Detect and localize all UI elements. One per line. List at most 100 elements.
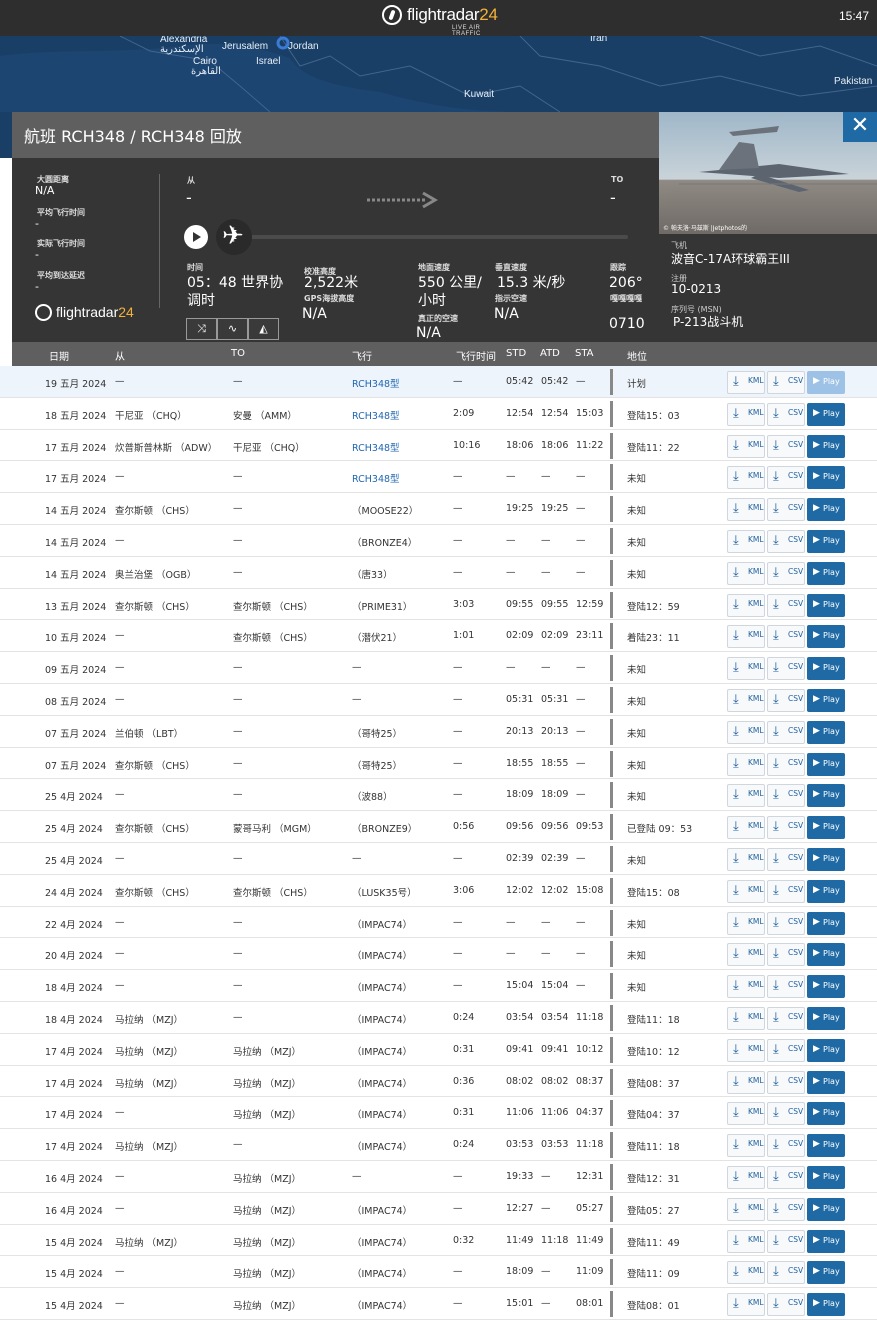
map[interactable]: Alexandria الإسكندرية Cairo القاهرة Jeru…	[0, 36, 877, 112]
csv-download-button[interactable]: ⤓ CSV	[767, 561, 805, 585]
play-button[interactable]: ▶ Play	[807, 911, 845, 935]
play-button[interactable]: ▶ Play	[807, 498, 845, 522]
kml-download-button[interactable]: ⤓ KML	[727, 371, 765, 394]
table-row[interactable]: 20 4月 2024— — （IMPAC74） — — — — 未知 ⤓ KML ⤓ CSV ▶ Play	[0, 938, 877, 971]
cell-flight[interactable]: RCH348型	[352, 408, 400, 422]
kml-download-button[interactable]: ⤓ KML	[727, 1134, 765, 1158]
csv-download-button[interactable]: ⤓ CSV	[767, 1038, 805, 1062]
csv-download-button[interactable]: ⤓ CSV	[767, 1197, 805, 1221]
table-row[interactable]: 17 五月 2024— — RCH348型 — — — — 未知 ⤓ KML ⤓ CSV ▶ Play	[0, 461, 877, 494]
play-button[interactable]: ▶ Play	[807, 879, 845, 903]
kml-download-button[interactable]: ⤓ KML	[727, 784, 765, 808]
csv-download-button[interactable]: ⤓ CSV	[767, 1229, 805, 1253]
csv-download-button[interactable]: ⤓ CSV	[767, 529, 805, 553]
kml-download-button[interactable]: ⤓ KML	[727, 879, 765, 903]
csv-download-button[interactable]: ⤓ CSV	[767, 593, 805, 617]
playback-timeline[interactable]	[234, 235, 628, 239]
csv-download-button[interactable]: ⤓ CSV	[767, 1102, 805, 1126]
play-button[interactable]: ▶ Play	[807, 561, 845, 585]
table-row[interactable]: 18 五月 2024 干尼亚 （CHQ） 安曼 （AMM） RCH348型 2:09 12…	[0, 398, 877, 430]
kml-download-button[interactable]: ⤓ KML	[727, 561, 765, 585]
table-row[interactable]: 25 4月 2024 查尔斯顿 （CHS） 蒙哥马利 （MGM） （BRONZE9） 0…	[0, 811, 877, 843]
csv-download-button[interactable]: ⤓ CSV	[767, 911, 805, 935]
csv-download-button[interactable]: ⤓ CSV	[767, 975, 805, 999]
csv-download-button[interactable]: ⤓ CSV	[767, 784, 805, 808]
csv-download-button[interactable]: ⤓ CSV	[767, 466, 805, 490]
expand-icon[interactable]: ⤨	[186, 318, 217, 340]
kml-download-button[interactable]: ⤓ KML	[727, 1165, 765, 1189]
play-button[interactable]: ▶ Play	[807, 466, 845, 490]
table-row[interactable]: 14 五月 2024— — （BRONZE4） — — — — 未知 ⤓ KML ⤓ CSV ▶ Play	[0, 525, 877, 557]
table-row[interactable]: 18 4月 2024— — （IMPAC74） —15:04 15:04— 未知 ⤓ KML ⤓…	[0, 970, 877, 1002]
play-button[interactable]: ▶ Play	[807, 434, 845, 458]
kml-download-button[interactable]: ⤓ KML	[727, 466, 765, 490]
play-button[interactable]: ▶ Play	[807, 657, 845, 681]
csv-download-button[interactable]: ⤓ CSV	[767, 1134, 805, 1158]
kml-download-button[interactable]: ⤓ KML	[727, 847, 765, 871]
csv-download-button[interactable]: ⤓ CSV	[767, 1293, 805, 1317]
play-button[interactable]: ▶ Play	[807, 1102, 845, 1126]
csv-download-button[interactable]: ⤓ CSV	[767, 498, 805, 522]
flightradar-logo[interactable]: flightradar24 LIVE AIR TRAFFIC	[380, 2, 510, 37]
play-button[interactable]: ▶ Play	[807, 402, 845, 426]
csv-download-button[interactable]: ⤓ CSV	[767, 847, 805, 871]
play-button[interactable]: ▶ Play	[807, 1070, 845, 1094]
play-button[interactable]: ▶ Play	[807, 720, 845, 744]
csv-download-button[interactable]: ⤓ CSV	[767, 752, 805, 776]
cell-flight[interactable]: RCH348型	[352, 471, 400, 485]
csv-download-button[interactable]: ⤓ CSV	[767, 879, 805, 903]
kml-download-button[interactable]: ⤓ KML	[727, 1229, 765, 1253]
table-row[interactable]: 17 4月 2024 马拉纳 （MZJ） 马拉纳 （MZJ） （IMPAC74） 0:3…	[0, 1034, 877, 1066]
play-button[interactable]: ▶ Play	[807, 943, 845, 967]
kml-download-button[interactable]: ⤓ KML	[727, 1261, 765, 1285]
csv-download-button[interactable]: ⤓ CSV	[767, 1165, 805, 1189]
kml-download-button[interactable]: ⤓ KML	[727, 1102, 765, 1126]
play-button[interactable]: ▶ Play	[807, 1038, 845, 1062]
play-button[interactable]: ▶ Play	[807, 1134, 845, 1158]
kml-download-button[interactable]: ⤓ KML	[727, 816, 765, 840]
kml-download-button[interactable]: ⤓ KML	[727, 975, 765, 999]
kml-download-button[interactable]: ⤓ KML	[727, 720, 765, 744]
play-button[interactable]: ▶ Play	[807, 1229, 845, 1253]
table-row[interactable]: 15 4月 2024 马拉纳 （MZJ） 马拉纳 （MZJ） （IMPAC74） 0:3…	[0, 1225, 877, 1257]
close-button[interactable]: ✕	[843, 112, 877, 142]
table-row[interactable]: 18 4月 2024 马拉纳 （MZJ） — （IMPAC74） 0:24 03:54 03…	[0, 1002, 877, 1034]
csv-download-button[interactable]: ⤓ CSV	[767, 434, 805, 458]
play-button[interactable]: ▶ Play	[807, 975, 845, 999]
play-button[interactable]: ▶ Play	[807, 1197, 845, 1221]
kml-download-button[interactable]: ⤓ KML	[727, 434, 765, 458]
kml-download-button[interactable]: ⤓ KML	[727, 1293, 765, 1317]
route-icon[interactable]: ∿	[217, 318, 248, 340]
play-button[interactable]: ▶ Play	[807, 1165, 845, 1189]
csv-download-button[interactable]: ⤓ CSV	[767, 371, 805, 394]
table-row[interactable]: 16 4月 2024 — 马拉纳 （MZJ） — — 19:33 — 12:31 登陆12：31…	[0, 1161, 877, 1193]
play-button[interactable]: ▶ Play	[807, 1261, 845, 1285]
table-row[interactable]: 17 五月 2024 炊普斯普林斯 （ADW） 干尼亚 （CHQ） RCH348型 10…	[0, 430, 877, 462]
play-button[interactable]: ▶ Play	[807, 847, 845, 871]
play-button[interactable]: ▶ Play	[807, 784, 845, 808]
table-row[interactable]: 17 4月 2024 马拉纳 （MZJ） 马拉纳 （MZJ） （IMPAC74） 0:3…	[0, 1066, 877, 1098]
csv-download-button[interactable]: ⤓ CSV	[767, 688, 805, 712]
play-button[interactable]: ▶ Play	[807, 752, 845, 776]
kml-download-button[interactable]: ⤓ KML	[727, 1070, 765, 1094]
table-row[interactable]: 07 五月 2024 兰伯顿 （LBT） — （哥特25） — 20:13 20:13 — 未知…	[0, 716, 877, 748]
play-button[interactable]: ▶ Play	[807, 688, 845, 712]
table-row[interactable]: 24 4月 2024 查尔斯顿 （CHS） 查尔斯顿 （CHS） （LUSK35号） 3…	[0, 875, 877, 907]
kml-download-button[interactable]: ⤓ KML	[727, 625, 765, 649]
kml-download-button[interactable]: ⤓ KML	[727, 688, 765, 712]
table-row[interactable]: 16 4月 2024 — 马拉纳 （MZJ） （IMPAC74） — 12:27 — 05:2…	[0, 1193, 877, 1225]
csv-download-button[interactable]: ⤓ CSV	[767, 1261, 805, 1285]
table-row[interactable]: 13 五月 2024 查尔斯顿 （CHS） 查尔斯顿 （CHS） （PRIME31） 3…	[0, 589, 877, 621]
cell-flight[interactable]: RCH348型	[352, 440, 400, 454]
table-row[interactable]: 10 五月 2024 — 查尔斯顿 （CHS） （潜伏21） 1:01 02:09 02:0…	[0, 620, 877, 653]
play-button[interactable]: ▶ Play	[807, 625, 845, 649]
csv-download-button[interactable]: ⤓ CSV	[767, 720, 805, 744]
play-button[interactable]: ▶ Play	[807, 1006, 845, 1030]
kml-download-button[interactable]: ⤓ KML	[727, 1197, 765, 1221]
table-row[interactable]: 17 4月 2024 马拉纳 （MZJ） — （IMPAC74） 0:24 03:53 03…	[0, 1129, 877, 1161]
play-button[interactable]: ▶ Play	[807, 1293, 845, 1317]
kml-download-button[interactable]: ⤓ KML	[727, 911, 765, 935]
csv-download-button[interactable]: ⤓ CSV	[767, 657, 805, 681]
kml-download-button[interactable]: ⤓ KML	[727, 593, 765, 617]
table-row[interactable]: 22 4月 2024— — （IMPAC74） — — — — 未知 ⤓ KML ⤓ CSV ▶ Play	[0, 907, 877, 939]
